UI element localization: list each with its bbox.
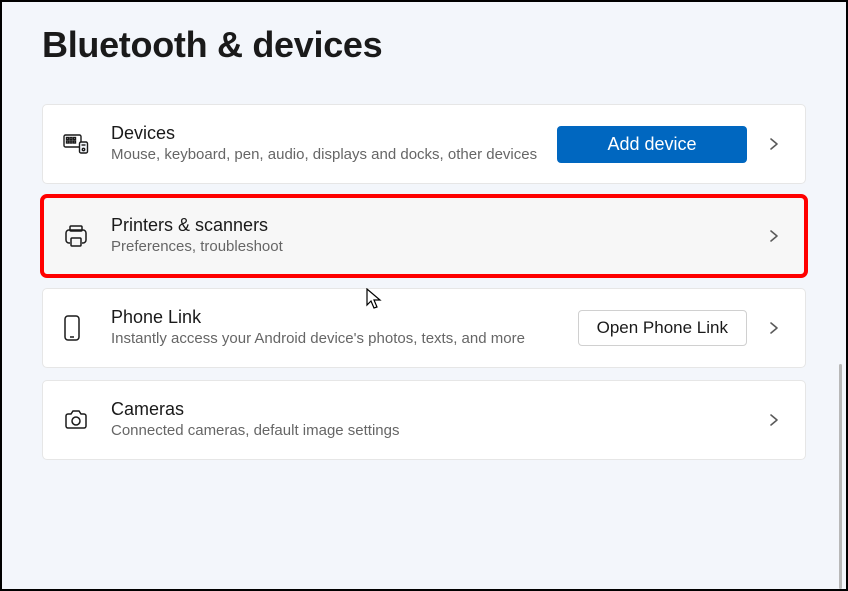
phone-icon [63,314,111,342]
row-title: Cameras [111,399,751,420]
chevron-right-icon [767,413,781,427]
chevron-right-icon [767,321,781,335]
page-title: Bluetooth & devices [42,24,806,66]
row-subtitle: Preferences, troubleshoot [111,237,751,257]
settings-row-devices[interactable]: Devices Mouse, keyboard, pen, audio, dis… [42,104,806,184]
row-title: Devices [111,123,545,144]
devices-icon [63,134,111,154]
row-title: Printers & scanners [111,215,751,236]
open-phone-link-button[interactable]: Open Phone Link [578,310,747,346]
row-title: Phone Link [111,307,566,328]
camera-icon [63,409,111,431]
printer-icon [63,224,111,248]
scrollbar[interactable] [839,364,842,589]
settings-row-phone-link[interactable]: Phone Link Instantly access your Android… [42,288,806,368]
settings-row-text: Devices Mouse, keyboard, pen, audio, dis… [111,123,557,165]
settings-row-printers-scanners[interactable]: Printers & scanners Preferences, trouble… [42,196,806,276]
settings-row-text: Printers & scanners Preferences, trouble… [111,215,763,257]
chevron-right-icon [767,229,781,243]
row-subtitle: Mouse, keyboard, pen, audio, displays an… [111,145,545,165]
row-subtitle: Connected cameras, default image setting… [111,421,751,441]
settings-row-text: Phone Link Instantly access your Android… [111,307,578,349]
chevron-right-icon [767,137,781,151]
settings-row-cameras[interactable]: Cameras Connected cameras, default image… [42,380,806,460]
row-subtitle: Instantly access your Android device's p… [111,329,566,349]
settings-row-text: Cameras Connected cameras, default image… [111,399,763,441]
add-device-button[interactable]: Add device [557,126,747,163]
